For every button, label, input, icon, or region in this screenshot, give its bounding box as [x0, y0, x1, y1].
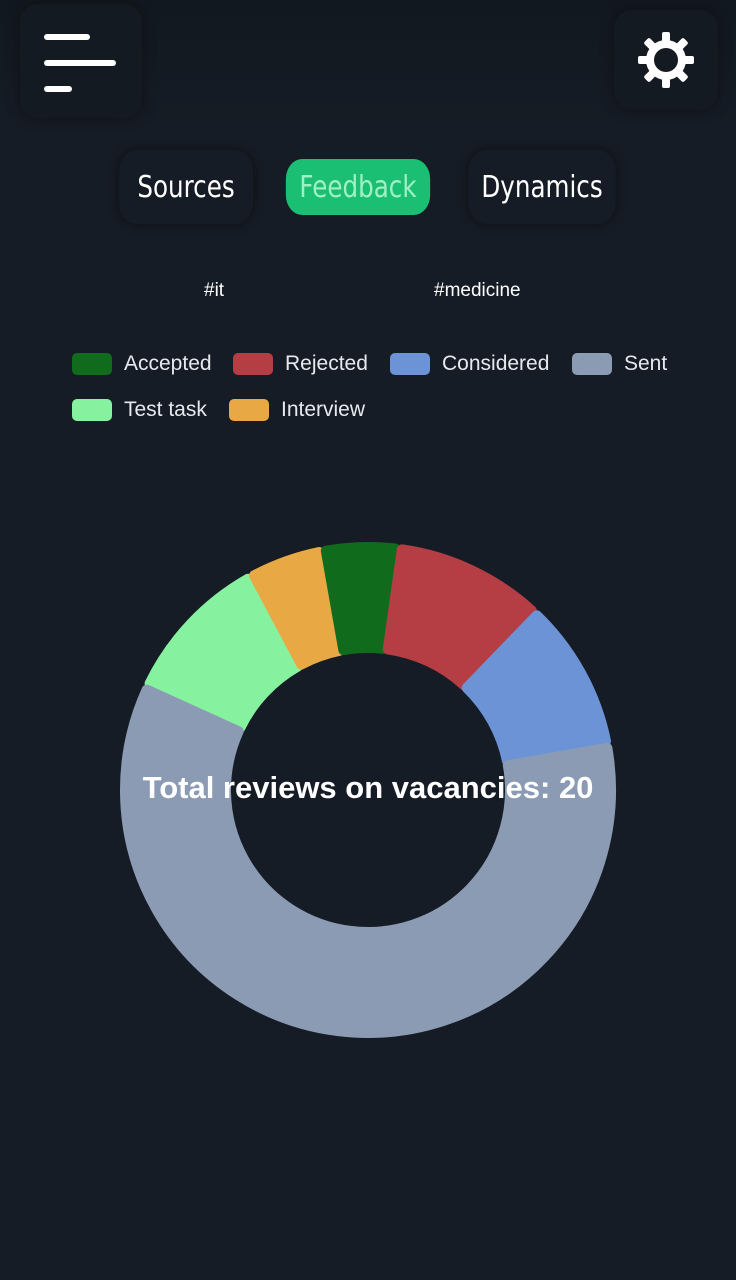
- donut-chart: Total reviews on vacancies: 20: [0, 520, 736, 1060]
- legend-swatch-interview: [229, 399, 269, 421]
- legend-label-considered: Considered: [442, 352, 550, 375]
- legend-item-considered[interactable]: Considered: [390, 352, 549, 376]
- slice-accepted[interactable]: [320, 542, 401, 656]
- legend-swatch-accepted: [72, 353, 112, 375]
- legend-item-rejected[interactable]: Rejected: [233, 352, 368, 376]
- legend-label-accepted: Accepted: [124, 352, 212, 375]
- legend-swatch-considered: [390, 353, 430, 375]
- legend-item-interview[interactable]: Interview: [229, 398, 365, 422]
- legend-swatch-sent: [572, 353, 612, 375]
- tag-filters: #it #medicine: [0, 280, 736, 310]
- tab-feedback[interactable]: Feedback: [285, 159, 431, 215]
- filter-tag-it[interactable]: #it: [204, 280, 224, 302]
- legend-label-rejected: Rejected: [285, 352, 368, 375]
- legend-label-test-task: Test task: [124, 398, 207, 421]
- tab-bar: Sources Feedback Dynamics: [0, 150, 736, 230]
- menu-button[interactable]: [20, 4, 142, 118]
- legend-swatch-rejected: [233, 353, 273, 375]
- chart-legend: Accepted Rejected Considered Sent Test t…: [0, 352, 736, 442]
- legend-label-sent: Sent: [624, 352, 668, 375]
- legend-swatch-test-task: [72, 399, 112, 421]
- tab-dynamics[interactable]: Dynamics: [468, 150, 616, 224]
- legend-item-sent[interactable]: Sent: [572, 352, 667, 376]
- tab-sources[interactable]: Sources: [118, 150, 254, 224]
- legend-item-test-task[interactable]: Test task: [72, 398, 207, 422]
- filter-tag-medicine[interactable]: #medicine: [434, 280, 521, 302]
- legend-label-interview: Interview: [281, 398, 366, 421]
- settings-button[interactable]: [614, 10, 718, 110]
- chart-center-label: Total reviews on vacancies: 20: [142, 770, 594, 805]
- gear-icon: [638, 32, 694, 88]
- legend-item-accepted[interactable]: Accepted: [72, 352, 212, 376]
